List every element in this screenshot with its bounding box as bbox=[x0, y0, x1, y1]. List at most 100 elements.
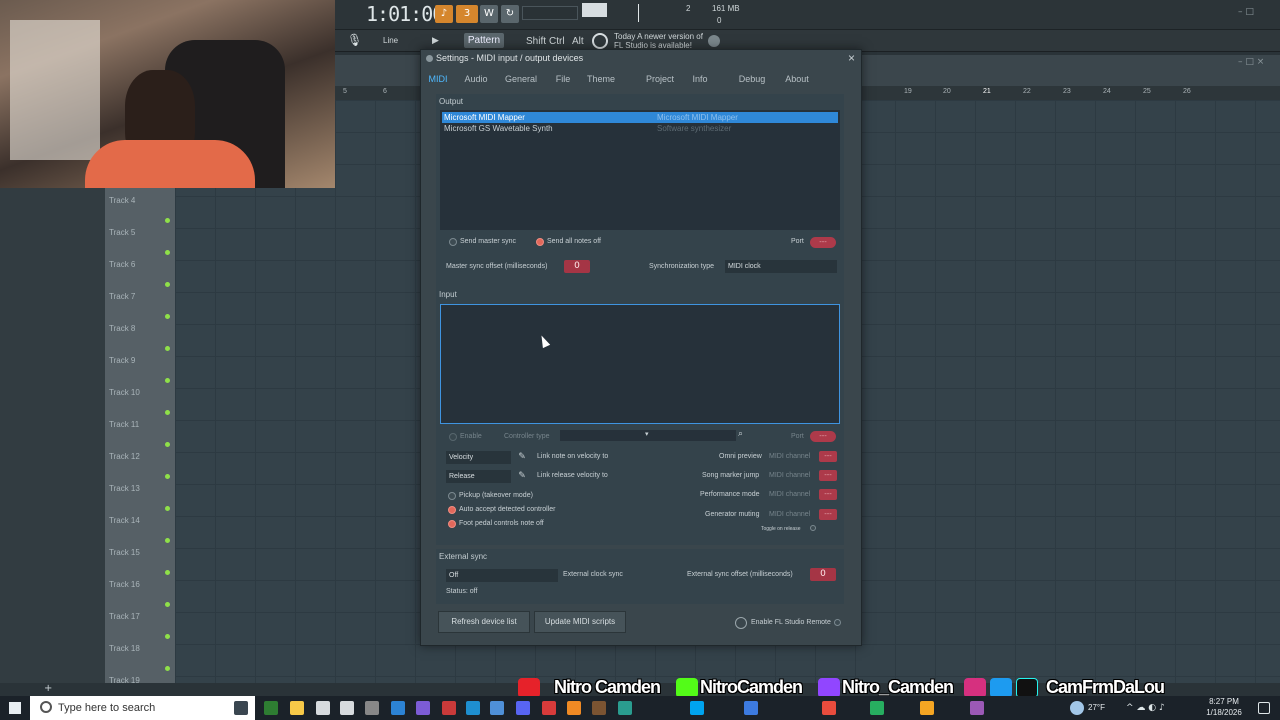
track-mute-led[interactable] bbox=[165, 570, 170, 575]
track-mute-led[interactable] bbox=[165, 474, 170, 479]
wait-button[interactable]: W bbox=[480, 5, 498, 23]
track-label[interactable]: Track 15 bbox=[109, 548, 140, 557]
pickup-radio[interactable] bbox=[448, 492, 456, 500]
tab-project[interactable]: Project bbox=[643, 70, 677, 88]
track-mute-led[interactable] bbox=[165, 282, 170, 287]
weather-temperature[interactable]: 27°F bbox=[1088, 703, 1105, 712]
velocity-select[interactable]: Velocity bbox=[446, 451, 511, 464]
auto-accept-radio[interactable] bbox=[448, 506, 456, 514]
app-icon-11[interactable] bbox=[618, 701, 632, 715]
external-sync-offset-value[interactable]: 0 bbox=[810, 568, 836, 581]
app-icon-5[interactable] bbox=[416, 701, 430, 715]
omni-preview-channel[interactable]: --- bbox=[819, 451, 837, 462]
ctrl-key[interactable]: Ctrl bbox=[549, 36, 565, 47]
app-icon-15[interactable] bbox=[870, 701, 884, 715]
app-icon-17[interactable] bbox=[970, 701, 984, 715]
play-arrow-icon[interactable]: ▶ bbox=[432, 35, 439, 46]
alt-key[interactable]: Alt bbox=[572, 36, 584, 47]
link-edit-icon[interactable]: ✎ bbox=[516, 452, 528, 462]
taskbar-date[interactable]: 1/18/2026 bbox=[1200, 708, 1248, 717]
app-icon-14[interactable] bbox=[822, 701, 836, 715]
track-mute-led[interactable] bbox=[165, 250, 170, 255]
app-icon-2[interactable] bbox=[316, 701, 330, 715]
update-midi-scripts-button[interactable]: Update MIDI scripts bbox=[534, 611, 626, 633]
input-port-selector[interactable]: --- bbox=[810, 431, 836, 442]
release-select[interactable]: Release bbox=[446, 470, 511, 483]
track-label[interactable]: Track 18 bbox=[109, 644, 140, 653]
sync-type-select[interactable]: MIDI clock bbox=[725, 260, 837, 273]
track-mute-led[interactable] bbox=[165, 602, 170, 607]
track-mute-led[interactable] bbox=[165, 218, 170, 223]
news-icon[interactable] bbox=[592, 33, 608, 49]
track-label[interactable]: Track 4 bbox=[109, 196, 135, 205]
tab-midi[interactable]: MIDI bbox=[425, 70, 451, 88]
refresh-device-list-button[interactable]: Refresh device list bbox=[438, 611, 530, 633]
app-icon-16[interactable] bbox=[920, 701, 934, 715]
tab-info[interactable]: Info bbox=[687, 70, 713, 88]
file-explorer-icon[interactable] bbox=[290, 701, 304, 715]
app-icon-13[interactable] bbox=[744, 701, 758, 715]
track-mute-led[interactable] bbox=[165, 666, 170, 671]
weather-icon[interactable] bbox=[1070, 701, 1084, 715]
dialog-titlebar[interactable]: Settings - MIDI input / output devices × bbox=[421, 50, 861, 67]
track-label[interactable]: Track 19 bbox=[109, 676, 140, 685]
track-mute-led[interactable] bbox=[165, 346, 170, 351]
app-icon-10[interactable] bbox=[592, 701, 606, 715]
track-label[interactable]: Track 17 bbox=[109, 612, 140, 621]
track-mute-led[interactable] bbox=[165, 378, 170, 383]
app-icon-12[interactable] bbox=[690, 701, 704, 715]
countdown-button[interactable]: 3 bbox=[456, 5, 478, 23]
app-icon-1[interactable] bbox=[264, 701, 278, 715]
tab-about[interactable]: About bbox=[781, 70, 813, 88]
shift-key[interactable]: Shift bbox=[526, 36, 546, 47]
external-sync-mode-select[interactable]: Off bbox=[446, 569, 558, 582]
input-device-list[interactable] bbox=[440, 304, 840, 424]
windows-start-icon[interactable] bbox=[9, 702, 21, 714]
app-icon-8[interactable] bbox=[490, 701, 504, 715]
track-label[interactable]: Track 7 bbox=[109, 292, 135, 301]
enable-remote-label[interactable]: Enable FL Studio Remote bbox=[751, 619, 831, 626]
generator-muting-channel[interactable]: --- bbox=[819, 509, 837, 520]
task-view-icon[interactable] bbox=[234, 701, 248, 715]
microphone-icon[interactable]: 🎙 bbox=[347, 33, 362, 49]
output-device-row[interactable]: Microsoft GS Wavetable Synth Software sy… bbox=[442, 123, 838, 134]
pattern-selector[interactable]: Pattern 1 bbox=[464, 33, 504, 61]
track-label[interactable]: Track 8 bbox=[109, 324, 135, 333]
send-master-sync-radio[interactable] bbox=[449, 238, 457, 246]
send-all-notes-off-radio[interactable] bbox=[536, 238, 544, 246]
discord-icon[interactable] bbox=[516, 701, 530, 715]
tab-audio[interactable]: Audio bbox=[461, 70, 491, 88]
track-label[interactable]: Track 9 bbox=[109, 356, 135, 365]
track-label[interactable]: Track 10 bbox=[109, 388, 140, 397]
track-mute-led[interactable] bbox=[165, 538, 170, 543]
enable-radio[interactable] bbox=[449, 433, 457, 441]
notifications-icon[interactable] bbox=[1258, 702, 1270, 714]
track-label[interactable]: Track 5 bbox=[109, 228, 135, 237]
enable-remote-radio[interactable] bbox=[834, 619, 841, 626]
taskbar-search-input[interactable]: Type here to search bbox=[30, 696, 255, 720]
track-label[interactable]: Track 16 bbox=[109, 580, 140, 589]
tab-debug[interactable]: Debug bbox=[735, 70, 769, 88]
search-icon[interactable]: ⌕ bbox=[738, 429, 743, 439]
track-mute-led[interactable] bbox=[165, 506, 170, 511]
app-icon-6[interactable] bbox=[442, 701, 456, 715]
metronome-button[interactable]: ♪ bbox=[435, 5, 453, 23]
link-edit-icon[interactable]: ✎ bbox=[516, 471, 528, 481]
track-label[interactable]: Track 13 bbox=[109, 484, 140, 493]
snap-mode[interactable]: Line bbox=[383, 36, 398, 45]
track-mute-led[interactable] bbox=[165, 634, 170, 639]
track-label[interactable]: Track 11 bbox=[109, 420, 139, 429]
taskbar-time[interactable]: 8:27 PM bbox=[1200, 697, 1248, 706]
track-label[interactable]: Track 6 bbox=[109, 260, 135, 269]
track-mute-led[interactable] bbox=[165, 410, 170, 415]
tab-theme[interactable]: Theme bbox=[585, 70, 617, 88]
tab-general[interactable]: General bbox=[503, 70, 539, 88]
system-tray-icons[interactable]: ^ ☁ ◐ ♪ bbox=[1126, 702, 1186, 714]
close-icon[interactable]: × bbox=[848, 50, 855, 67]
app-icon-4[interactable] bbox=[391, 701, 405, 715]
chrome-icon[interactable] bbox=[365, 701, 379, 715]
news-line-1[interactable]: Today A newer version of bbox=[614, 32, 703, 41]
foot-pedal-radio[interactable] bbox=[448, 520, 456, 528]
track-label[interactable]: Track 12 bbox=[109, 452, 140, 461]
performance-mode-channel[interactable]: --- bbox=[819, 489, 837, 500]
